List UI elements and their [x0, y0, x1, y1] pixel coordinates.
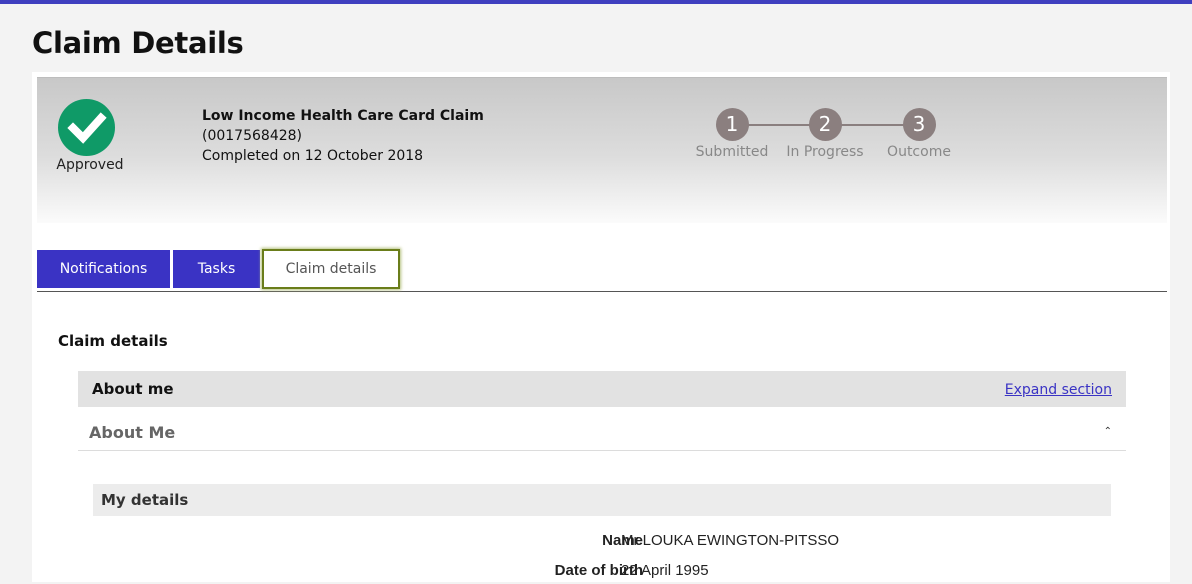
step-label: Outcome — [887, 144, 951, 160]
chevron-up-icon[interactable]: ⌃ — [1104, 426, 1112, 437]
field-value: Mr LOUKA EWINGTON-PITSSO — [621, 532, 840, 549]
tab-claim-details[interactable]: Claim details — [262, 249, 400, 289]
step-label: In Progress — [786, 144, 864, 160]
status-label: Approved — [56, 157, 124, 173]
step-outcome: 3 Outcome — [874, 108, 964, 160]
step-in-progress: 2 In Progress — [780, 108, 870, 160]
page-title: Claim Details — [32, 26, 244, 60]
claim-title: Low Income Health Care Card Claim — [202, 108, 484, 124]
step-submitted: 1 Submitted — [687, 108, 777, 160]
step-number: 3 — [902, 108, 936, 141]
step-label: Submitted — [695, 144, 769, 160]
check-circle-icon — [58, 99, 115, 156]
detail-row-name: Name Mr LOUKA EWINGTON-PITSSO — [93, 532, 1111, 554]
section-title: About me — [92, 380, 174, 398]
claim-details-heading: Claim details — [58, 332, 168, 350]
subsection-title: About Me — [89, 423, 176, 442]
top-accent-bar — [0, 0, 1192, 4]
step-number: 1 — [715, 108, 749, 141]
about-me-subsection[interactable]: About Me ⌃ — [78, 408, 1126, 451]
tab-tasks[interactable]: Tasks — [173, 250, 260, 288]
about-me-section-header: About me Expand section — [78, 371, 1126, 407]
tab-bar: Notifications Tasks Claim details — [37, 249, 1167, 292]
panel-title: My details — [101, 491, 189, 509]
detail-row-dob: Date of birth 22 April 1995 — [93, 562, 1111, 584]
claim-summary: Approved Low Income Health Care Card Cla… — [37, 77, 1167, 223]
tab-notifications[interactable]: Notifications — [37, 250, 170, 288]
field-value: 22 April 1995 — [621, 562, 709, 579]
step-number: 2 — [808, 108, 842, 141]
claim-info: Low Income Health Care Card Claim (00175… — [202, 106, 484, 166]
progress-steps: 1 Submitted 2 In Progress 3 Outcome — [687, 108, 967, 168]
expand-section-link[interactable]: Expand section — [1005, 382, 1112, 398]
claim-reference: (0017568428) — [202, 128, 302, 144]
my-details-header: My details — [93, 484, 1111, 516]
completed-date: Completed on 12 October 2018 — [202, 148, 424, 164]
claim-card: Approved Low Income Health Care Card Cla… — [32, 72, 1170, 582]
